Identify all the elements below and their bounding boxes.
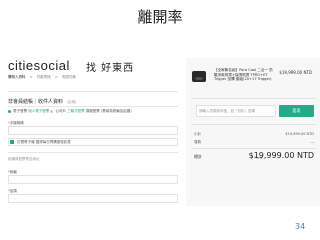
- subtotal-row: 小計 $19,999.00 NTD: [194, 132, 314, 137]
- breadcrumb-step-2[interactable]: 付款資訊: [37, 75, 51, 79]
- breadcrumb-step-1[interactable]: 購物人資料: [8, 75, 26, 79]
- apply-coupon-button[interactable]: 套用: [279, 105, 314, 117]
- tax-id-label-text: 統編: [9, 170, 17, 174]
- tax-id-input[interactable]: [8, 175, 178, 184]
- site-logo[interactable]: citiesocial: [8, 58, 70, 73]
- mobile-barcode-input[interactable]: [8, 126, 178, 135]
- section-required-note: (必填): [66, 100, 77, 104]
- radio-option-a[interactable]: 電子發票: [13, 109, 27, 113]
- radio-unselected-icon[interactable]: [50, 109, 54, 113]
- radio-text-prefix: 個人電子發票: [28, 109, 50, 113]
- checkout-form-panel: citiesocial 找 好東西 購物人資料 > 付款資訊 > 完成付款 非會…: [0, 58, 186, 206]
- radio-text-suffix: (需填寫統編及抬頭): [100, 109, 132, 113]
- divider: [192, 148, 316, 149]
- section-title-text: 非會員結帳｜收件人資料: [8, 99, 64, 105]
- checkbox-checked-icon[interactable]: [10, 140, 14, 144]
- newsletter-checkbox-row[interactable]: 訂閱電子報 獲得每日閃購優惠訊息: [10, 140, 71, 145]
- page-number: 34: [295, 222, 306, 231]
- subtotal-label: 小計: [194, 132, 201, 136]
- tax-section-label: 統編與發票寄送地址: [8, 157, 40, 161]
- total-label: 總計: [194, 154, 202, 159]
- divider: [192, 124, 316, 125]
- breadcrumb-sep: >: [54, 75, 58, 79]
- company-title-input[interactable]: [8, 194, 178, 203]
- company-title-label-text: 抬頭: [9, 189, 17, 193]
- breadcrumb-sep: >: [29, 75, 33, 79]
- radio-option-b[interactable]: 公司戶: [56, 109, 67, 113]
- mobile-barcode-label-text: 手機條碼: [9, 121, 24, 125]
- order-summary-panel: 【全家聯名組】Para Cool 二合一 防曬涼爽噴霧+保濕噴霧 TPRO+ET…: [186, 58, 320, 206]
- shipping-label: 運費: [194, 140, 201, 144]
- radio-selected-icon[interactable]: [8, 109, 11, 113]
- coupon-input[interactable]: 請輸入折價券序號，如「折扣」密碼: [196, 105, 276, 117]
- breadcrumb: 購物人資料 > 付款資訊 > 完成付款: [8, 75, 79, 80]
- radio-text-mid: 三聯式發票: [67, 109, 85, 113]
- product-thumbnail: [192, 71, 206, 82]
- slide-title: 離開率: [137, 8, 183, 26]
- subtotal-value: $19,999.00 NTD: [285, 132, 314, 136]
- radio-option-c[interactable]: 捐贈發票: [86, 109, 100, 113]
- shipping-row: 運費 —: [194, 140, 314, 145]
- invoice-type-radio-group[interactable]: 電子發票 個人電子發票 公司戶 三聯式發票 捐贈發票 (需填寫統編及抬頭): [8, 109, 132, 114]
- product-price: $19,999.00 NTD: [279, 70, 312, 75]
- product-name: 【全家聯名組】Para Cool 二合一 防曬涼爽噴霧+保濕噴霧 TPRO+ET…: [214, 68, 273, 81]
- newsletter-checkbox-label: 訂閱電子報 獲得每日閃購優惠訊息: [17, 140, 71, 144]
- divider: [8, 106, 178, 107]
- checkout-screenshot: citiesocial 找 好東西 購物人資料 > 付款資訊 > 完成付款 非會…: [0, 58, 320, 206]
- shipping-value: —: [310, 140, 315, 144]
- site-tagline: 找 好東西: [86, 63, 135, 74]
- divider: [8, 152, 178, 153]
- breadcrumb-step-3[interactable]: 完成付款: [62, 75, 76, 79]
- divider: [8, 91, 178, 92]
- divider: [192, 98, 316, 99]
- total-value: $19,999.00 NTD: [248, 151, 314, 160]
- section-title: 非會員結帳｜收件人資料 (必填): [8, 98, 76, 105]
